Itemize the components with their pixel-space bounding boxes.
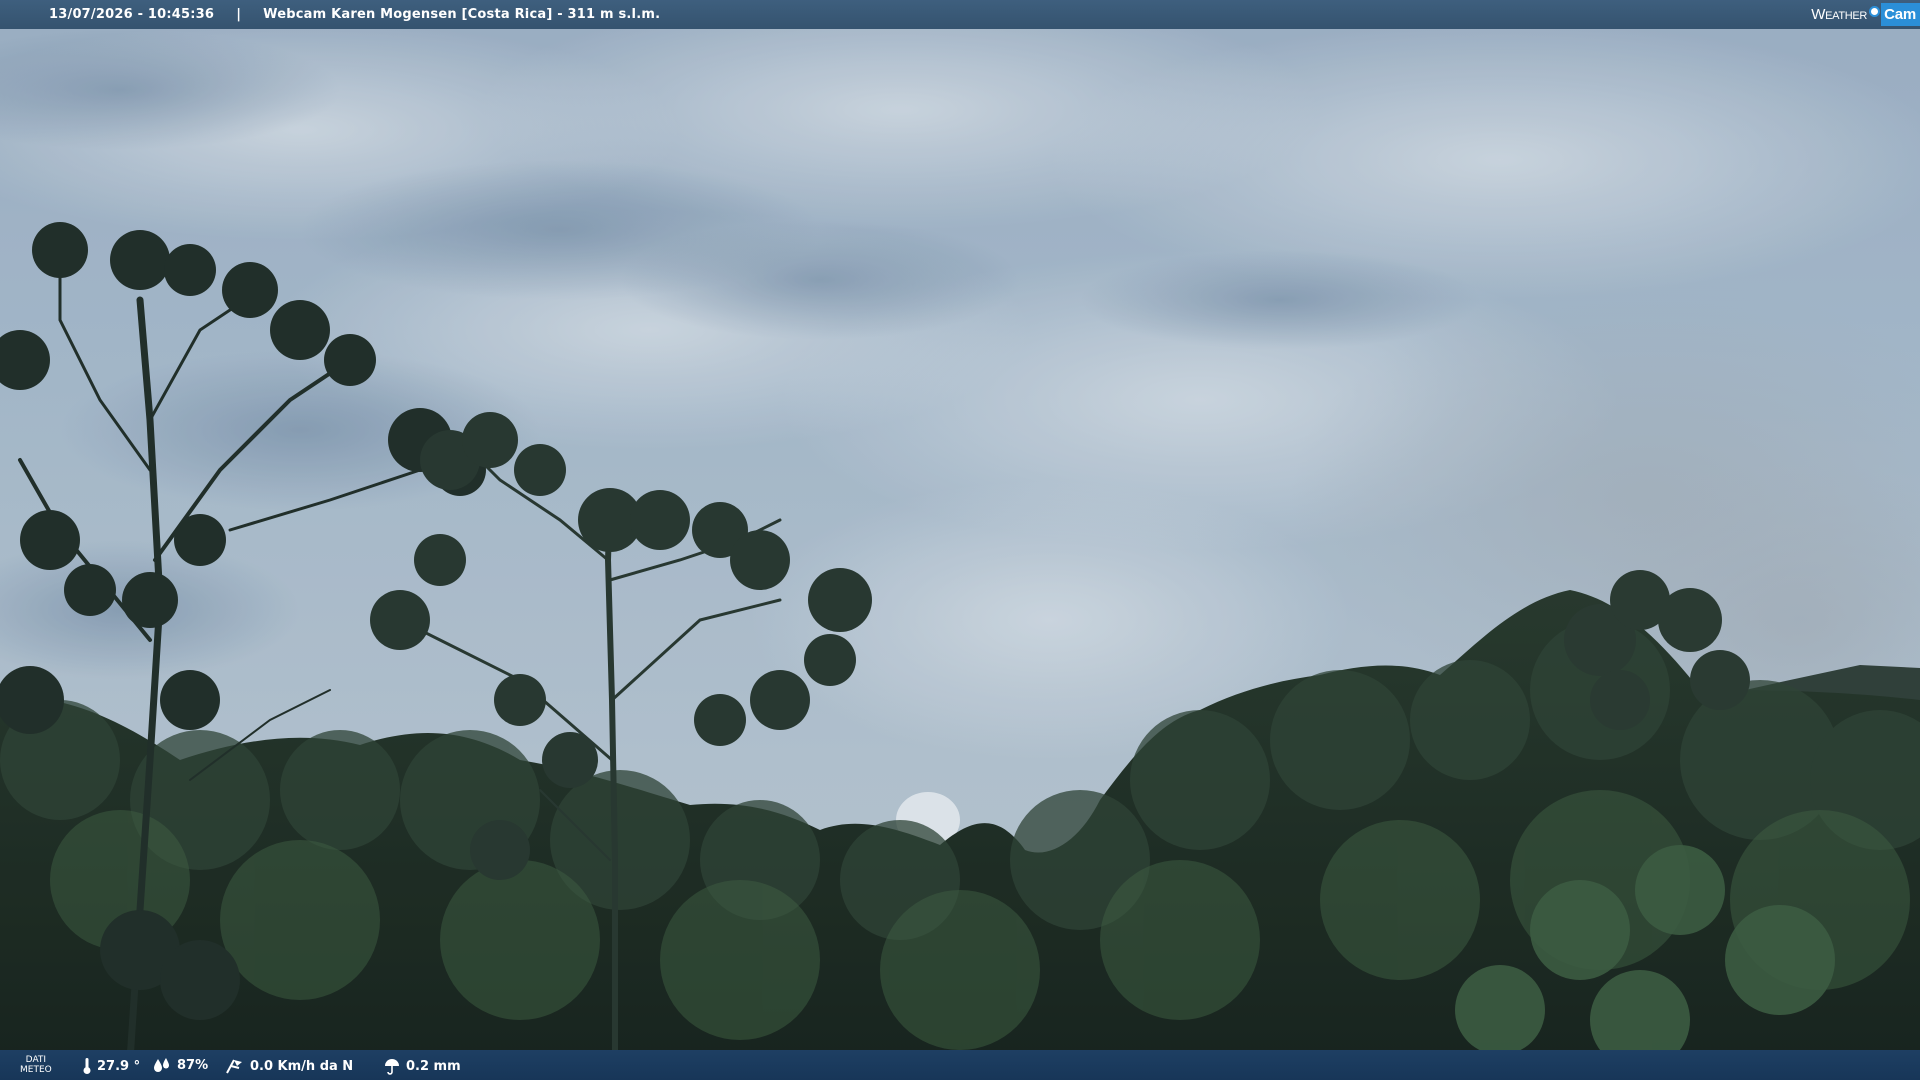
weather-label-line2: METEO xyxy=(20,1065,52,1075)
rain-value: 0.2 mm xyxy=(406,1058,461,1074)
humidity-value: 87% xyxy=(177,1057,209,1073)
weathercam-logo: Weather Cam xyxy=(1811,0,1920,29)
temperature-reading: 27.9 ° xyxy=(82,1057,140,1075)
wind-icon xyxy=(226,1059,242,1074)
separator: | xyxy=(236,7,242,22)
logo-cam-text: Cam xyxy=(1881,3,1920,26)
humidity-drops-icon xyxy=(154,1058,169,1072)
weather-label-line1: DATI xyxy=(25,1055,47,1065)
rain-umbrella-icon xyxy=(385,1059,399,1075)
webcam-image xyxy=(0,0,1920,1080)
logo-dot-icon xyxy=(1869,6,1881,17)
webcam-frame: 13/07/2026 - 10:45:36 | Webcam Karen Mog… xyxy=(0,0,1920,1080)
weather-data-bar: DATI METEO 27.9 ° 87% 0.0 Km/h da N 0.2 … xyxy=(0,1050,1920,1080)
wind-value: 0.0 Km/h da N xyxy=(250,1058,354,1074)
timestamp: 13/07/2026 - 10:45:36 xyxy=(49,7,215,22)
wind-reading: 0.0 Km/h da N xyxy=(225,1057,353,1075)
logo-weather-text: Weather xyxy=(1811,6,1868,23)
humidity-reading: 87% xyxy=(152,1057,208,1073)
thermometer-icon xyxy=(83,1058,91,1074)
webcam-title: Webcam Karen Mogensen [Costa Rica] - 311… xyxy=(263,7,661,22)
landscape-scene xyxy=(0,0,1920,1080)
temperature-value: 27.9 ° xyxy=(97,1058,141,1074)
rain-reading: 0.2 mm xyxy=(383,1057,461,1075)
webcam-info-bar: 13/07/2026 - 10:45:36 | Webcam Karen Mog… xyxy=(0,0,1920,29)
weather-data-label: DATI METEO xyxy=(20,1055,52,1075)
